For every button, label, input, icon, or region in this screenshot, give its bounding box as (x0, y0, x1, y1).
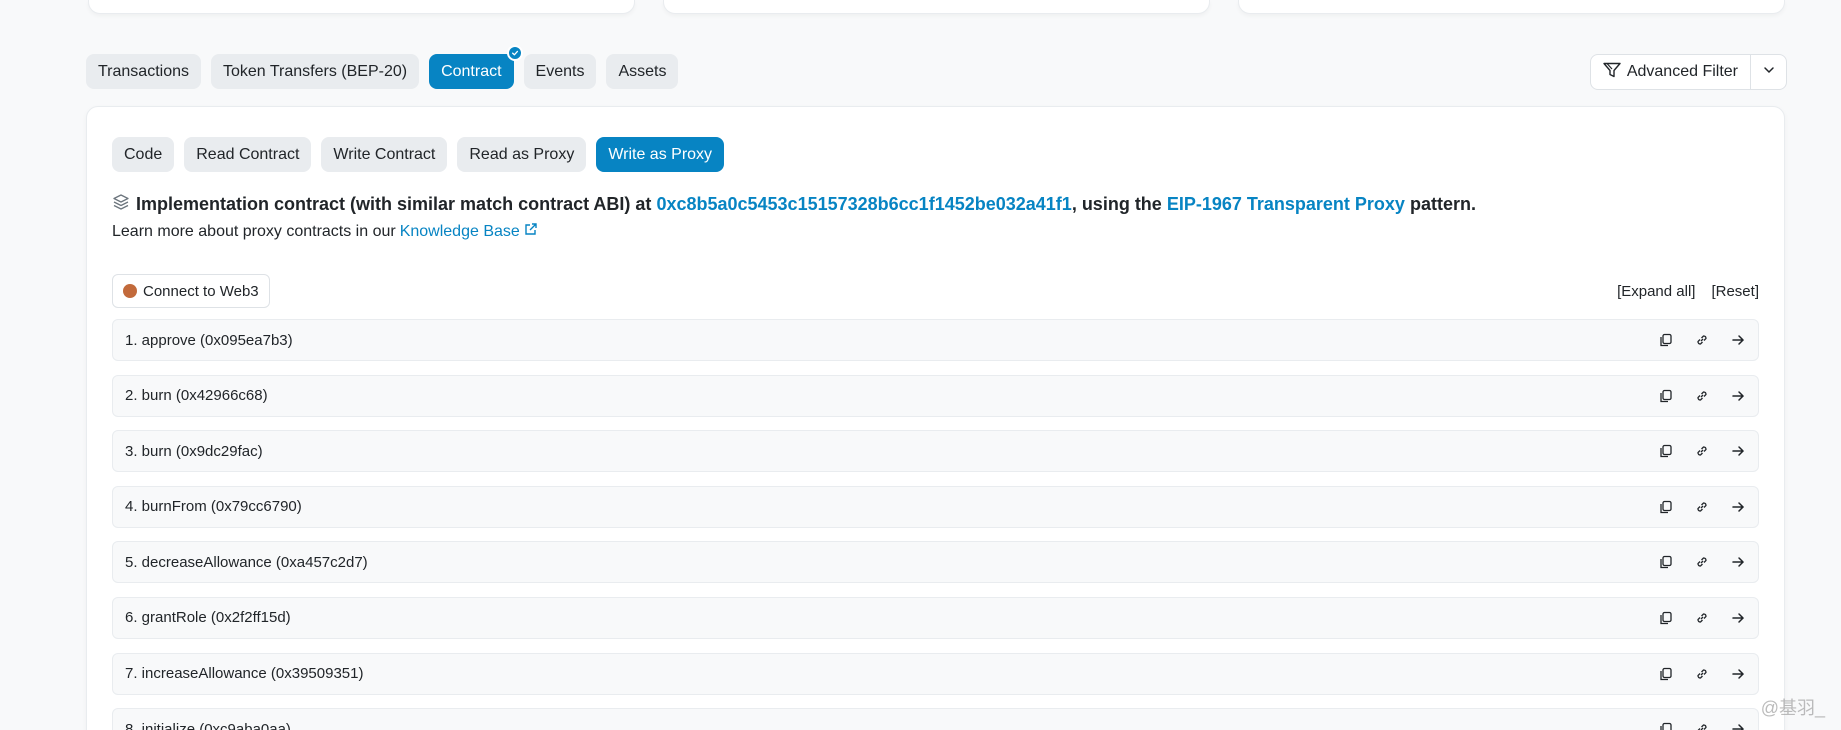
top-card (663, 0, 1210, 14)
function-label: 1. approve (0x095ea7b3) (125, 331, 293, 349)
filter-funnel-icon (1603, 62, 1621, 83)
top-card (1238, 0, 1785, 14)
copy-icon[interactable] (1658, 610, 1674, 626)
subtab-code[interactable]: Code (112, 137, 175, 172)
arrow-right-icon[interactable] (1730, 332, 1746, 348)
copy-icon[interactable] (1658, 554, 1674, 570)
watermark-text: @基羽_ (1760, 698, 1825, 718)
function-row[interactable]: 5. decreaseAllowance (0xa457c2d7) (112, 541, 1759, 584)
implementation-middle: , using the (1071, 194, 1162, 214)
copy-icon[interactable] (1658, 721, 1674, 730)
advanced-filter-label: Advanced Filter (1626, 63, 1738, 80)
tab-assets[interactable]: Assets (606, 54, 679, 89)
subtab-read-as-proxy[interactable]: Read as Proxy (457, 137, 587, 172)
tab-transactions[interactable]: Transactions (86, 54, 201, 89)
function-row[interactable]: 4. burnFrom (0x79cc6790) (112, 485, 1759, 528)
layers-icon (112, 193, 130, 216)
expand-controls: [Expand all] [Reset] (1617, 283, 1759, 300)
connect-web3-button[interactable]: Connect to Web3 (112, 274, 270, 308)
function-label: 2. burn (0x42966c68) (125, 387, 268, 405)
top-card (88, 0, 635, 14)
arrow-right-icon[interactable] (1730, 499, 1746, 515)
advanced-filter-button[interactable]: Advanced Filter (1591, 55, 1750, 89)
top-cards (88, 0, 1785, 14)
external-link-icon (524, 222, 538, 241)
subtab-write-as-proxy[interactable]: Write as Proxy (596, 137, 725, 172)
implementation-suffix: pattern. (1409, 194, 1476, 214)
learn-more-line: Learn more about proxy contracts in our … (112, 222, 538, 241)
function-label: 3. burn (0x9dc29fac) (125, 442, 263, 460)
knowledge-base-link[interactable]: Knowledge Base (400, 223, 520, 241)
implementation-info: Implementation contract (with similar ma… (112, 193, 1476, 216)
function-row[interactable]: 8. initialize (0xc9aba0aa) (112, 708, 1759, 730)
arrow-right-icon[interactable] (1730, 666, 1746, 682)
advanced-filter-group: Advanced Filter (1589, 54, 1787, 90)
function-label: 4. burnFrom (0x79cc6790) (125, 498, 302, 516)
link-icon[interactable] (1694, 666, 1710, 682)
arrow-right-icon[interactable] (1730, 388, 1746, 404)
copy-icon[interactable] (1658, 666, 1674, 682)
function-label: 7. increaseAllowance (0x39509351) (125, 665, 364, 683)
arrow-right-icon[interactable] (1730, 554, 1746, 570)
link-icon[interactable] (1694, 721, 1710, 730)
link-icon[interactable] (1694, 554, 1710, 570)
function-label: 6. grantRole (0x2f2ff15d) (125, 609, 291, 627)
function-row[interactable]: 7. increaseAllowance (0x39509351) (112, 652, 1759, 695)
arrow-right-icon[interactable] (1730, 610, 1746, 626)
tab-events[interactable]: Events (523, 54, 597, 89)
copy-icon[interactable] (1658, 332, 1674, 348)
link-icon[interactable] (1694, 332, 1710, 348)
link-icon[interactable] (1694, 610, 1710, 626)
function-list: 1. approve (0x095ea7b3) 2. burn (0x42966… (112, 319, 1759, 730)
chevron-down-icon (1763, 63, 1775, 81)
function-label: 8. initialize (0xc9aba0aa) (125, 720, 291, 730)
implementation-address-link[interactable]: 0xc8b5a0c5453c15157328b6cc1f1452be032a41… (656, 194, 1071, 214)
function-label: 5. decreaseAllowance (0xa457c2d7) (125, 553, 368, 571)
function-row[interactable]: 2. burn (0x42966c68) (112, 374, 1759, 417)
subtab-read-contract[interactable]: Read Contract (184, 137, 312, 172)
tab-contract-label: Contract (441, 62, 502, 80)
contract-card: Code Read Contract Write Contract Read a… (86, 106, 1785, 730)
connect-web3-label: Connect to Web3 (143, 282, 259, 300)
expand-all-button[interactable]: [Expand all] (1617, 283, 1695, 300)
proxy-pattern-link[interactable]: EIP-1967 Transparent Proxy (1167, 194, 1405, 214)
function-row[interactable]: 1. approve (0x095ea7b3) (112, 319, 1759, 361)
copy-icon[interactable] (1658, 499, 1674, 515)
verified-check-icon (506, 45, 523, 61)
tab-contract[interactable]: Contract (429, 45, 523, 89)
tab-token-transfers[interactable]: Token Transfers (BEP-20) (211, 54, 420, 89)
web3-status-dot-icon (123, 284, 137, 298)
copy-icon[interactable] (1658, 388, 1674, 404)
watermark: @基羽_ (1761, 694, 1825, 720)
subtab-write-contract[interactable]: Write Contract (321, 137, 448, 172)
link-icon[interactable] (1694, 388, 1710, 404)
link-icon[interactable] (1694, 443, 1710, 459)
arrow-right-icon[interactable] (1730, 443, 1746, 459)
copy-icon[interactable] (1658, 443, 1674, 459)
arrow-right-icon[interactable] (1730, 721, 1746, 730)
implementation-prefix: Implementation contract (with similar ma… (136, 194, 652, 214)
contract-sub-tabs: Code Read Contract Write Contract Read a… (112, 137, 725, 172)
link-icon[interactable] (1694, 499, 1710, 515)
function-row[interactable]: 6. grantRole (0x2f2ff15d) (112, 596, 1759, 639)
filter-dropdown-toggle[interactable] (1750, 55, 1786, 89)
learn-more-text: Learn more about proxy contracts in our (112, 222, 396, 240)
reset-button[interactable]: [Reset] (1711, 283, 1759, 300)
main-tabs: Transactions Token Transfers (BEP-20) Co… (86, 45, 679, 89)
function-row[interactable]: 3. burn (0x9dc29fac) (112, 430, 1759, 473)
